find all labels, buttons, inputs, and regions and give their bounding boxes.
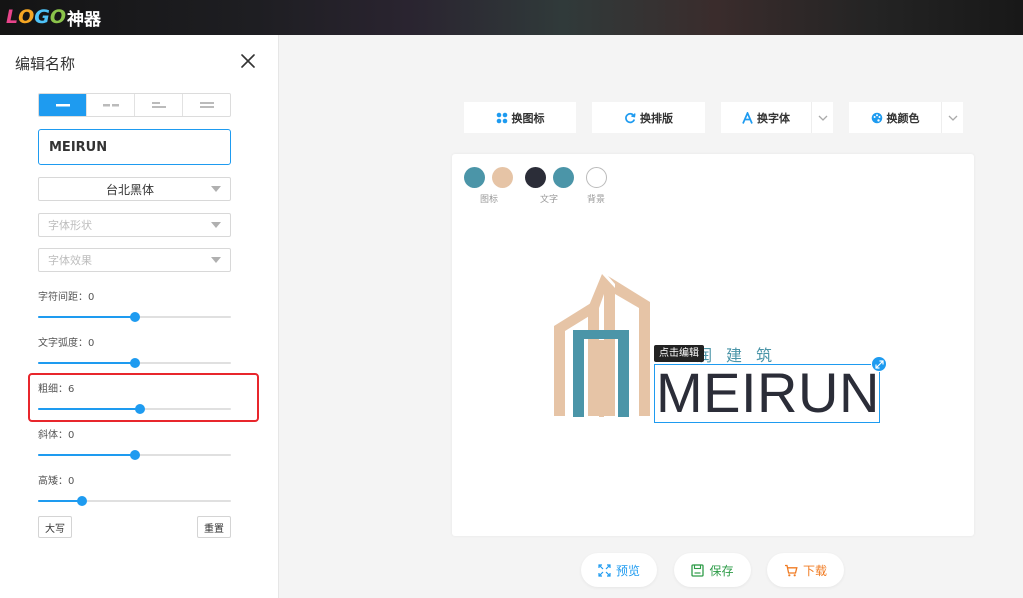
change-layout-button[interactable]: 换排版 (592, 102, 705, 133)
icon-color-swatch-1[interactable] (464, 167, 485, 188)
layout-tab-left-align[interactable] (135, 94, 183, 116)
download-label: 下载 (802, 563, 827, 578)
click-to-edit-tooltip: 点击编辑 (654, 345, 704, 362)
weight-slider[interactable] (38, 404, 231, 414)
change-icon-button[interactable]: 换图标 (464, 102, 576, 133)
layout-tab-two-lines[interactable] (183, 94, 230, 116)
reset-button[interactable]: 重置 (197, 516, 231, 538)
height-slider[interactable] (38, 496, 231, 506)
font-a-icon (742, 111, 753, 124)
close-icon[interactable] (240, 53, 256, 69)
shopping-cart-icon (784, 564, 798, 577)
slider-thumb[interactable] (129, 312, 140, 322)
italic-label: 斜体：0 (38, 430, 75, 441)
logo-letter-o-2: O (49, 6, 67, 28)
building-logo-icon[interactable] (552, 270, 654, 418)
letter-spacing-label: 字符间距：0 (38, 292, 95, 303)
uppercase-button[interactable]: 大写 (38, 516, 72, 538)
chevron-down-icon (818, 115, 827, 121)
change-color-button[interactable]: 换颜色 (849, 102, 941, 133)
palette-icon (871, 112, 883, 124)
brand-name-text[interactable]: MEIRUN (656, 361, 880, 425)
panel-title: 编辑名称 (15, 55, 76, 73)
weight-label: 粗细：6 (38, 384, 75, 395)
logo-letter-g: G (34, 6, 50, 28)
preview-button[interactable]: 预览 (581, 553, 657, 587)
text-color-swatch-2[interactable] (553, 167, 574, 188)
change-font-button[interactable]: 换字体 (721, 102, 811, 133)
font-effect-select[interactable]: 字体效果 (38, 248, 231, 272)
left-align-icon (151, 102, 166, 108)
height-label: 高矮：0 (38, 476, 75, 487)
logo-letter-o: O (18, 6, 35, 28)
change-font-label: 换字体 (757, 111, 790, 125)
download-button[interactable]: 下载 (767, 553, 844, 587)
icon-swatch-label: 图标 (480, 195, 499, 205)
save-label: 保存 (709, 563, 734, 578)
logo-letter-l: L (6, 6, 19, 28)
logo-canvas: 图标 文字 背景 润建筑 MEIRUN 点击编辑 (452, 154, 974, 536)
font-shape-select[interactable]: 字体形状 (38, 213, 231, 237)
change-layout-label: 换排版 (640, 111, 673, 125)
slider-thumb[interactable] (129, 358, 140, 368)
expand-arrows-icon (874, 359, 884, 369)
floppy-disk-icon (691, 563, 705, 577)
two-lines-icon (199, 102, 214, 108)
icon-color-swatch-2[interactable] (492, 167, 513, 188)
save-button[interactable]: 保存 (674, 553, 751, 587)
slider-thumb[interactable] (77, 496, 88, 506)
change-icon-label: 换图标 (511, 111, 545, 125)
chevron-down-icon (211, 186, 221, 192)
text-arc-slider[interactable] (38, 358, 231, 368)
preview-label: 预览 (615, 563, 640, 578)
layout-tab-split[interactable] (87, 94, 135, 116)
top-bar: L O G O 神器 (0, 0, 1023, 35)
edit-name-panel: 编辑名称 台北黑体 字体形状 字体效果 字符间距：0 文字弧度：0 (0, 35, 279, 598)
grid-dots-icon (496, 112, 508, 124)
chevron-down-icon (211, 257, 221, 263)
text-swatch-label: 文字 (540, 195, 559, 205)
change-font-dropdown[interactable] (811, 102, 833, 133)
letter-spacing-slider[interactable] (38, 312, 231, 322)
layout-tab-single-line[interactable] (39, 94, 87, 116)
background-swatch-label: 背景 (587, 195, 606, 205)
layout-tabs (38, 93, 231, 117)
change-color-dropdown[interactable] (941, 102, 963, 133)
chevron-down-icon (948, 115, 957, 121)
name-input[interactable] (38, 129, 231, 165)
chevron-down-icon (211, 222, 221, 228)
slider-thumb[interactable] (129, 450, 140, 460)
font-effect-placeholder: 字体效果 (48, 254, 92, 267)
italic-slider[interactable] (38, 450, 231, 460)
background-color-swatch[interactable] (586, 167, 607, 188)
font-family-select[interactable]: 台北黑体 (38, 177, 231, 201)
app-logo[interactable]: L O G O 神器 (6, 5, 102, 30)
resize-handle[interactable] (871, 356, 887, 372)
font-shape-placeholder: 字体形状 (48, 219, 92, 232)
text-color-swatch-1[interactable] (525, 167, 546, 188)
refresh-icon (624, 112, 636, 124)
single-line-icon (55, 104, 70, 107)
expand-icon (598, 563, 611, 577)
slider-thumb[interactable] (135, 404, 146, 414)
text-arc-label: 文字弧度：0 (38, 338, 95, 349)
change-color-label: 换颜色 (886, 111, 920, 125)
font-family-value: 台北黑体 (105, 182, 154, 197)
split-line-icon (102, 104, 119, 107)
logo-suffix: 神器 (67, 9, 102, 30)
